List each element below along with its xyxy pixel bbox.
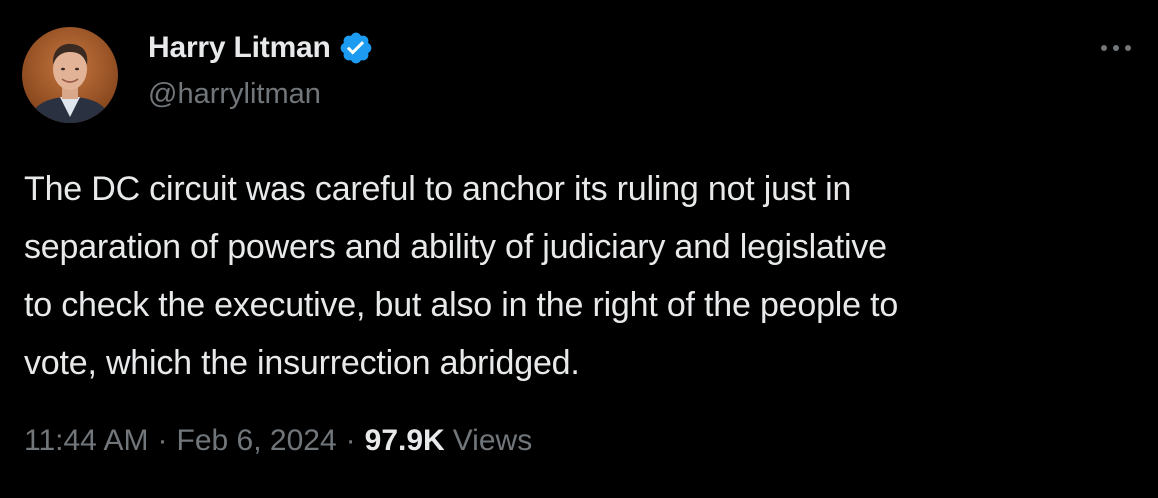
verified-badge-icon[interactable] [338,30,374,66]
tweet-meta: 11:44 AM · Feb 6, 2024 · 97.9K Views [24,424,532,458]
tweet-card: Harry Litman @harrylitman The DC circuit… [0,0,1158,498]
author-display-name[interactable]: Harry Litman [148,31,331,65]
views-label[interactable]: Views [453,424,532,458]
views-count[interactable]: 97.9K [365,424,445,458]
author-handle[interactable]: @harrylitman [148,78,374,111]
more-horizontal-icon[interactable] [1096,34,1136,62]
tweet-text: The DC circuit was careful to anchor its… [24,170,899,382]
tweet-date[interactable]: Feb 6, 2024 [177,424,337,458]
author-block: Harry Litman @harrylitman [148,28,374,111]
avatar-image [22,27,118,123]
author-name-row: Harry Litman [148,28,374,68]
meta-separator: · [157,424,168,457]
meta-separator: · [345,424,356,457]
avatar[interactable] [22,27,118,123]
tweet-time[interactable]: 11:44 AM [24,424,149,458]
